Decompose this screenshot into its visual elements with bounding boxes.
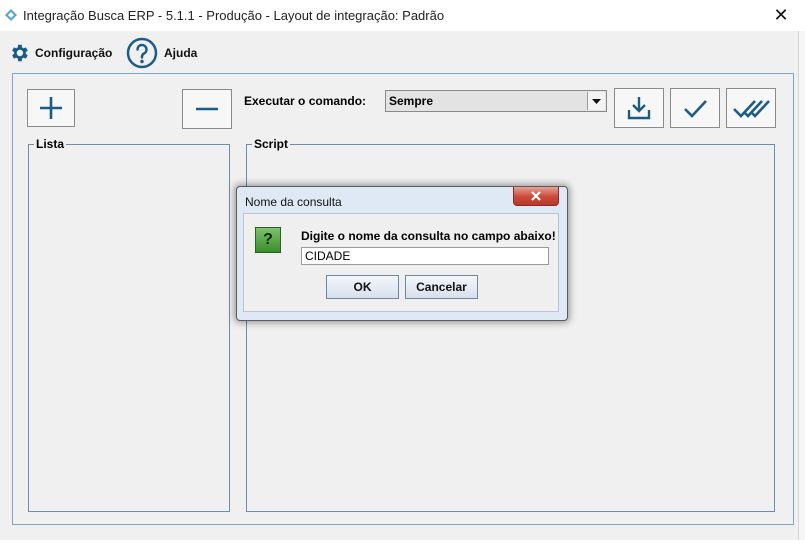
execute-command-value: Sempre [389,94,434,108]
query-name-input[interactable] [301,247,549,265]
right-edge-strip [799,31,805,540]
close-icon [531,191,541,201]
query-list[interactable] [29,145,229,511]
config-menu-button[interactable]: Configuração [8,39,112,67]
app-icon [5,9,17,21]
plus-icon [40,97,62,119]
help-menu-label: Ajuda [164,46,198,60]
dialog-body: ? Digite o nome da consulta no campo aba… [243,213,559,312]
window-title: Integração Busca ERP - 5.1.1 - Produção … [23,8,445,23]
window-close-button[interactable]: ✕ [770,4,792,26]
minus-icon [196,107,218,111]
help-icon [126,37,158,69]
remove-button[interactable] [182,89,232,129]
title-bar: Integração Busca ERP - 5.1.1 - Produção … [0,0,805,31]
execute-command-label: Executar o comando: [244,94,367,108]
question-icon: ? [255,227,281,253]
cancel-button[interactable]: Cancelar [405,275,478,299]
script-title: Script [252,137,291,151]
gear-icon [12,44,28,62]
download-icon [627,97,651,120]
validate-all-button[interactable] [726,88,776,128]
dialog-prompt: Digite o nome da consulta no campo abaix… [301,229,556,243]
import-button[interactable] [614,88,664,128]
double-check-icon [733,100,770,118]
help-menu-button[interactable]: Ajuda [126,37,197,69]
execute-command-select[interactable]: Sempre [385,90,607,112]
add-button[interactable] [27,89,75,127]
validate-button[interactable] [670,88,720,128]
list-title: Lista [34,137,67,151]
dialog-title: Nome da consulta [245,195,342,209]
ok-button[interactable]: OK [326,275,399,299]
query-name-dialog: Nome da consulta ? Digite o nome da cons… [236,186,568,321]
list-group: Lista [28,137,230,512]
chevron-down-icon [592,99,601,104]
dialog-close-button[interactable] [513,187,559,206]
combo-arrow-button[interactable] [587,92,605,110]
check-icon [684,100,707,118]
config-menu-label: Configuração [35,46,113,60]
